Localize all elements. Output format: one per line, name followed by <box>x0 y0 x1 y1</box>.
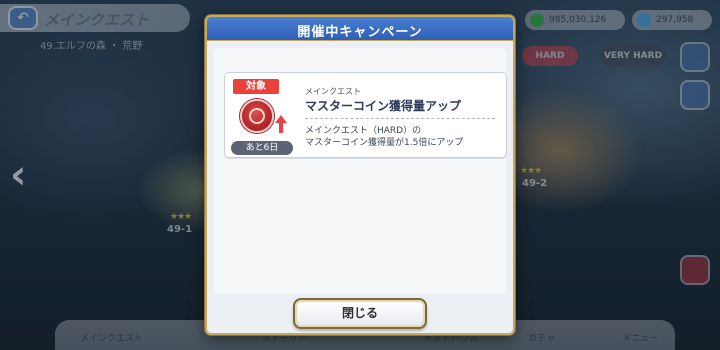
card-divider <box>305 118 495 119</box>
master-coin-icon <box>240 99 274 133</box>
target-badge: 対象 <box>233 79 279 94</box>
arrow-up-icon <box>275 115 287 133</box>
campaign-description-line2: マスターコイン獲得量が1.5倍にアップ <box>305 138 464 148</box>
campaign-name: マスターコイン獲得量アップ <box>305 99 462 113</box>
dialog-header: 開催中キャンペーン <box>207 17 513 41</box>
campaign-card[interactable]: 対象 あと6日 メインクエスト マスターコイン獲得量アップ メインクエスト（HA… <box>224 72 507 158</box>
dialog-title: 開催中キャンペーン <box>297 25 423 40</box>
campaign-list: 対象 あと6日 メインクエスト マスターコイン獲得量アップ メインクエスト（HA… <box>214 48 507 293</box>
campaign-category: メインクエスト <box>305 87 361 96</box>
campaign-dialog: 開催中キャンペーン 対象 あと6日 メインクエスト マスターコイン獲得量アップ … <box>205 15 515 335</box>
close-button[interactable]: 閉じる <box>293 298 427 329</box>
remaining-days: あと6日 <box>231 141 293 155</box>
